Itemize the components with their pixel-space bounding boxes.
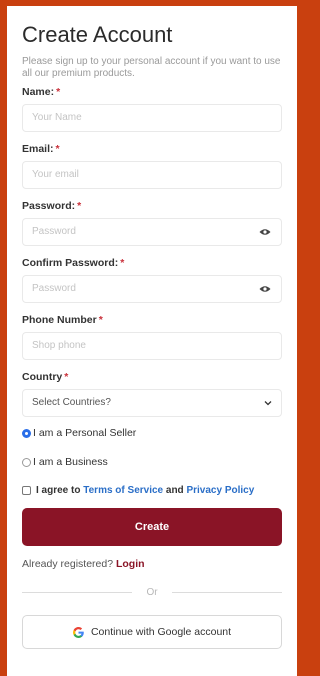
confirm-password-input[interactable]: Password: [22, 275, 282, 303]
or-divider: Or: [22, 587, 283, 598]
google-button-label: Continue with Google account: [90, 626, 232, 638]
name-field: Name: * Your Name: [22, 86, 282, 132]
divider-text: Or: [146, 587, 158, 598]
email-label: Email: *: [22, 143, 60, 155]
personal-seller-radio[interactable]: [22, 428, 31, 438]
business-label: I am a Business: [33, 456, 108, 468]
privacy-policy-link[interactable]: Privacy Policy: [186, 485, 254, 496]
page-subtitle: Please sign up to your personal account …: [22, 56, 281, 79]
country-select[interactable]: Select Countries?: [22, 389, 282, 417]
country-field: Country * Select Countries?: [22, 371, 282, 417]
business-radio[interactable]: [22, 457, 31, 467]
terms-and: and: [165, 485, 184, 496]
required-mark: *: [120, 257, 125, 269]
eye-icon[interactable]: [259, 285, 271, 293]
country-label: Country *: [22, 371, 69, 383]
login-link[interactable]: Login: [116, 558, 145, 570]
password-field: Password: * Password: [22, 200, 282, 246]
business-option[interactable]: I am a Business: [22, 455, 282, 469]
google-signin-button[interactable]: Continue with Google account: [22, 615, 282, 649]
google-icon: [72, 626, 84, 638]
required-mark: *: [56, 86, 61, 98]
required-mark: *: [55, 143, 60, 155]
password-label: Password: *: [22, 200, 82, 212]
phone-label: Phone Number *: [22, 314, 103, 326]
create-button[interactable]: Create: [22, 508, 282, 546]
phone-input[interactable]: Shop phone: [22, 332, 282, 360]
confirm-password-field: Confirm Password: * Password: [22, 257, 282, 303]
divider-line-right: [171, 592, 283, 593]
confirm-password-label: Confirm Password: *: [22, 257, 125, 269]
signup-card: Create Account Please sign up to your pe…: [7, 6, 297, 676]
page-title: Create Account: [22, 22, 173, 47]
personal-seller-label: I am a Personal Seller: [33, 427, 137, 439]
password-input[interactable]: Password: [22, 218, 282, 246]
required-mark: *: [77, 200, 82, 212]
name-placeholder: Your Name: [32, 112, 82, 123]
required-mark: *: [98, 314, 103, 326]
phone-field: Phone Number * Shop phone: [22, 314, 282, 360]
divider-line-left: [22, 592, 133, 593]
already-registered-text: Already registered?: [22, 558, 114, 570]
terms-agreement: I agree to Terms of Service and Privacy …: [22, 485, 282, 496]
email-placeholder: Your email: [32, 169, 79, 180]
terms-checkbox[interactable]: [22, 486, 31, 495]
required-mark: *: [64, 371, 69, 383]
country-selected-value: Select Countries?: [32, 397, 111, 408]
already-registered: Already registered? Login: [22, 558, 282, 570]
password-placeholder: Password: [32, 226, 76, 237]
name-input[interactable]: Your Name: [22, 104, 282, 132]
terms-prefix: I agree to: [36, 485, 81, 496]
name-label: Name: *: [22, 86, 61, 98]
chevron-down-icon: [264, 401, 272, 406]
phone-placeholder: Shop phone: [32, 340, 86, 351]
terms-of-service-link[interactable]: Terms of Service: [83, 485, 163, 496]
eye-icon[interactable]: [259, 228, 271, 236]
email-input[interactable]: Your email: [22, 161, 282, 189]
personal-seller-option[interactable]: I am a Personal Seller: [22, 426, 282, 440]
email-field: Email: * Your email: [22, 143, 282, 189]
confirm-password-placeholder: Password: [32, 283, 76, 294]
